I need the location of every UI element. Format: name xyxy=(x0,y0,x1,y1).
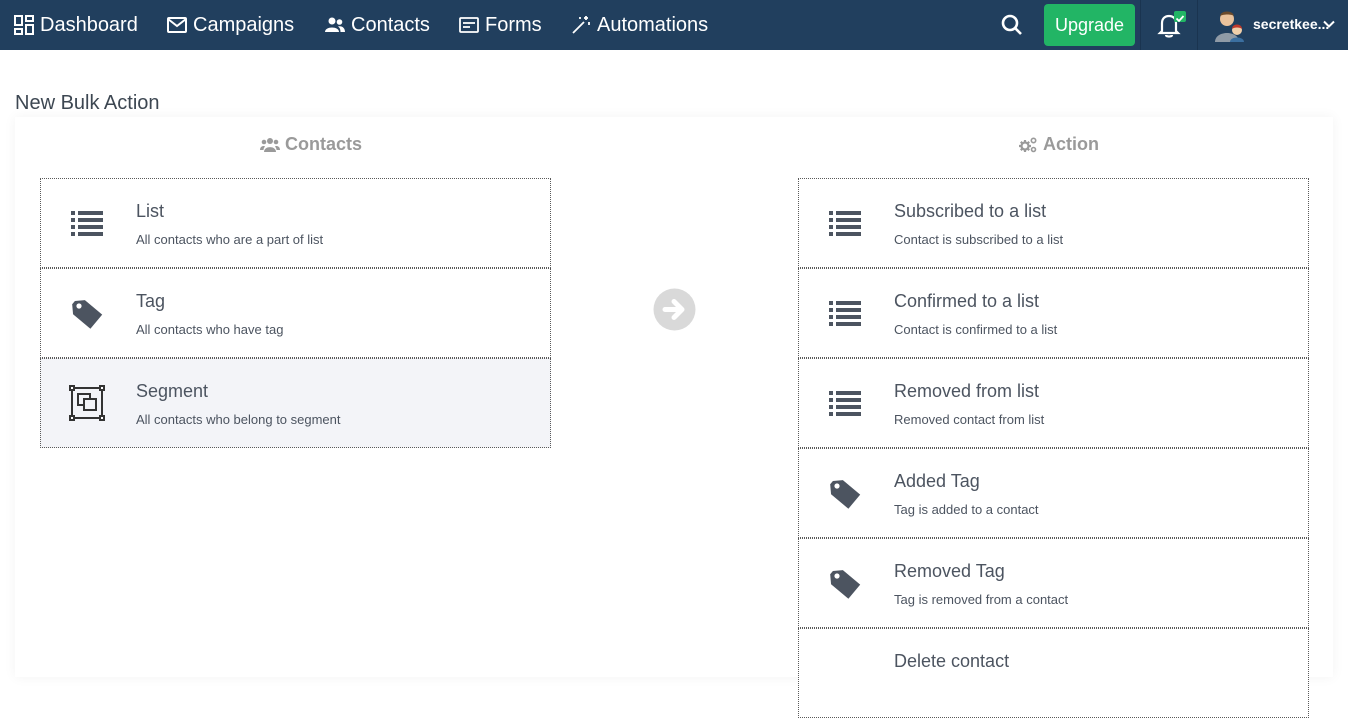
option-title: List xyxy=(136,201,165,221)
avatar[interactable] xyxy=(1213,8,1245,42)
nav-automations-label: Automations xyxy=(597,13,709,36)
gears-icon xyxy=(1019,136,1037,152)
contacts-option-tag[interactable]: Tag All contacts who have tag xyxy=(40,268,551,358)
option-title: Subscribed to a list xyxy=(894,201,1047,221)
option-description: Contact is confirmed to a list xyxy=(894,322,1058,337)
option-description: All contacts who are a part of list xyxy=(136,232,324,247)
option-description: Removed contact from list xyxy=(894,412,1045,427)
option-description: Tag is removed from a contact xyxy=(894,592,1069,607)
contacts-option-segment[interactable]: Segment All contacts who belong to segme… xyxy=(40,358,551,448)
magic-wand-icon xyxy=(572,16,590,34)
action-option-removed-from-list[interactable]: Removed from list Removed contact from l… xyxy=(798,358,1309,448)
nav-dashboard[interactable]: Dashboard xyxy=(14,0,138,50)
option-title: Segment xyxy=(136,381,209,401)
action-option-added-tag[interactable]: Added Tag Tag is added to a contact xyxy=(798,448,1309,538)
nav-divider xyxy=(1197,0,1198,50)
nav-campaigns-label: Campaigns xyxy=(193,13,295,36)
option-description: Tag is added to a contact xyxy=(894,502,1039,517)
nav-contacts[interactable]: Contacts xyxy=(325,0,430,50)
search-icon[interactable] xyxy=(1000,13,1024,37)
segment-icon xyxy=(69,385,105,421)
list-icon xyxy=(829,301,861,326)
action-option-removed-tag[interactable]: Removed Tag Tag is removed from a contac… xyxy=(798,538,1309,628)
action-option-subscribed[interactable]: Subscribed to a list Contact is subscrib… xyxy=(798,178,1309,268)
option-description: All contacts who have tag xyxy=(136,322,284,337)
contacts-column-heading: Contacts xyxy=(260,134,362,155)
tag-icon xyxy=(830,570,861,599)
nav-automations[interactable]: Automations xyxy=(571,0,708,50)
contacts-heading-label: Contacts xyxy=(285,134,363,154)
username[interactable]: secretkee... xyxy=(1253,16,1329,32)
option-title: Delete contact xyxy=(894,651,1010,671)
dashboard-icon xyxy=(14,15,34,35)
tag-icon xyxy=(72,300,103,329)
tag-icon xyxy=(830,480,861,509)
action-option-confirmed[interactable]: Confirmed to a list Contact is confirmed… xyxy=(798,268,1309,358)
upgrade-button[interactable]: Upgrade xyxy=(1044,4,1135,46)
option-description: All contacts who belong to segment xyxy=(136,412,341,427)
nav-forms-label: Forms xyxy=(485,13,542,36)
nav-divider xyxy=(1140,0,1141,50)
nav-contacts-label: Contacts xyxy=(351,13,430,36)
top-navigation: Dashboard Campaigns Contacts Forms Autom… xyxy=(0,0,1348,50)
page-title: New Bulk Action xyxy=(15,92,160,114)
list-icon xyxy=(829,391,861,416)
contacts-option-list[interactable]: List All contacts who are a part of list xyxy=(40,178,551,268)
option-description: Contact is subscribed to a list xyxy=(894,232,1064,247)
action-heading-label: Action xyxy=(1043,134,1099,154)
form-icon xyxy=(459,17,479,33)
nav-campaigns[interactable]: Campaigns xyxy=(167,0,294,50)
list-icon xyxy=(829,211,861,236)
list-icon xyxy=(71,211,103,236)
option-title: Tag xyxy=(136,291,166,311)
option-title: Confirmed to a list xyxy=(894,291,1040,311)
option-title: Removed from list xyxy=(894,381,1040,401)
action-option-delete-contact[interactable]: Delete contact xyxy=(798,628,1309,718)
nav-forms[interactable]: Forms xyxy=(459,0,542,50)
option-title: Removed Tag xyxy=(894,561,1005,581)
nav-dashboard-label: Dashboard xyxy=(40,13,138,36)
action-column-heading: Action xyxy=(1018,134,1099,155)
envelope-icon xyxy=(167,17,187,33)
users-icon xyxy=(260,137,280,152)
notification-check-badge xyxy=(1174,11,1186,23)
chevron-down-icon[interactable] xyxy=(1322,17,1336,31)
users-icon xyxy=(325,17,345,32)
option-title: Added Tag xyxy=(894,471,980,491)
arrow-right-circle-icon xyxy=(653,288,696,331)
